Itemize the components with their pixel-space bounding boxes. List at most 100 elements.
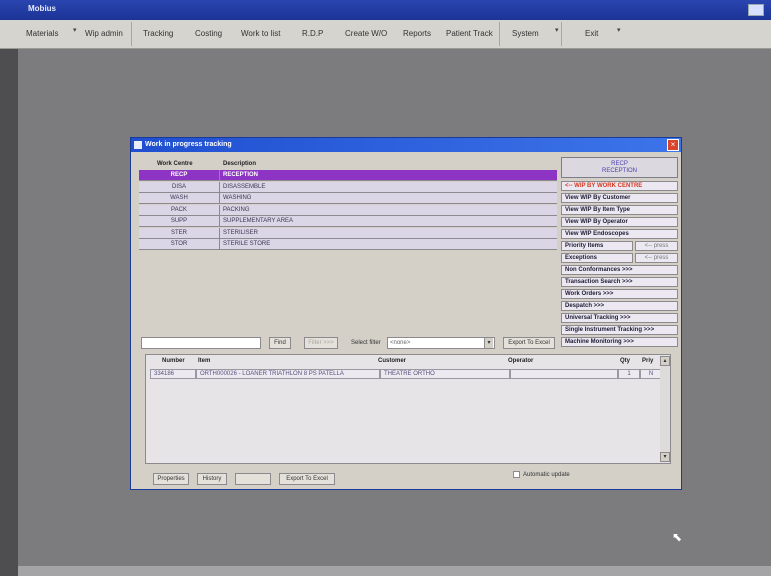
menu-separator	[131, 22, 132, 46]
properties-button[interactable]: Properties	[153, 473, 189, 485]
current-work-centre-name: RECEPTION	[601, 168, 637, 174]
work-centre-description: RECEPTION	[223, 172, 259, 178]
work-centre-code: DISA	[139, 181, 220, 192]
vertical-scrollbar[interactable]: ▴ ▾	[660, 356, 670, 462]
find-button[interactable]: Find	[269, 337, 291, 349]
find-input[interactable]	[141, 337, 261, 349]
work-centre-code: STOR	[139, 239, 220, 249]
app-title: Mobius	[28, 4, 56, 13]
work-centre-list: Work Centre Description RECP RECEPTION DIS…	[139, 160, 557, 335]
work-centre-row[interactable]: STOR STERILE STORE	[139, 239, 557, 250]
work-orders-button[interactable]: Work Orders >>>	[561, 289, 678, 299]
wip-items-grid: Number Item Customer Operator Qty Priy 3…	[145, 354, 671, 464]
window-app-icon	[134, 141, 142, 149]
wip-by-work-centre-button[interactable]: <-- WIP BY WORK CENTRE	[561, 181, 678, 191]
menu-rdp[interactable]: R.D.P	[302, 29, 323, 38]
current-work-centre-code: RECP	[611, 161, 628, 167]
column-header-priority: Priy	[642, 358, 654, 364]
table-row[interactable]: 334186 ORTH000026 - LOANER TRIATHLON 8 P…	[150, 369, 662, 379]
wip-tracking-window: Work in progress tracking × Work Centre …	[130, 137, 682, 490]
work-centre-description: SUPPLEMENTARY AREA	[223, 218, 294, 224]
menu-work-to-list[interactable]: Work to list	[241, 29, 280, 38]
menu-materials[interactable]: Materials	[26, 29, 58, 38]
column-header-qty: Qty	[620, 358, 631, 364]
current-work-centre: RECP RECEPTION	[561, 157, 678, 178]
select-filter-value: <none>	[390, 340, 411, 346]
menu-tracking[interactable]: Tracking	[143, 29, 173, 38]
transaction-search-button[interactable]: Transaction Search >>>	[561, 277, 678, 287]
menu-exit[interactable]: Exit	[585, 29, 598, 38]
app-title-bar: Mobius	[0, 0, 771, 20]
select-filter-label: Select filter	[351, 340, 381, 346]
work-centre-description: STERILE STORE	[223, 241, 271, 247]
menu-separator	[499, 22, 500, 46]
menu-patient-track[interactable]: Patient Track	[446, 29, 493, 38]
priority-items-button[interactable]: Priority Items	[561, 241, 633, 251]
cell-customer: THEATRE ORTHO	[380, 369, 510, 379]
cell-qty: 1	[618, 369, 640, 379]
dropdown-arrow-icon: ▾	[617, 27, 621, 34]
work-centre-row[interactable]: WASH WASHING	[139, 193, 557, 204]
filter-button[interactable]: Filter >>>	[304, 337, 338, 349]
window-title-bar[interactable]: Work in progress tracking ×	[131, 138, 681, 152]
menu-system[interactable]: System	[512, 29, 539, 38]
work-centre-row[interactable]: SUPP SUPPLEMENTARY AREA	[139, 216, 557, 227]
disabled-button[interactable]	[235, 473, 271, 485]
cell-number: 334186	[150, 369, 196, 379]
automatic-update-checkbox[interactable]	[513, 471, 520, 478]
export-to-excel-button[interactable]: Export To Excel	[503, 337, 555, 349]
column-header-customer: Customer	[378, 358, 407, 364]
work-centre-code: PACK	[139, 204, 220, 215]
work-centre-code: STER	[139, 227, 220, 238]
menu-wip-admin[interactable]: Wip admin	[85, 29, 123, 38]
menu-bar: Materials ▾ Wip admin Tracking Costing W…	[0, 20, 771, 49]
work-centre-code: WASH	[139, 193, 220, 203]
menu-costing[interactable]: Costing	[195, 29, 222, 38]
window-title: Work in progress tracking	[145, 141, 232, 148]
work-centre-code: SUPP	[139, 216, 220, 226]
column-header-operator: Operator	[508, 358, 534, 364]
exceptions-press-hint: <-- press	[635, 253, 678, 263]
view-wip-by-customer-button[interactable]: View WIP By Customer	[561, 193, 678, 203]
view-wip-by-item-type-button[interactable]: View WIP By Item Type	[561, 205, 678, 215]
work-centre-description: STERILISER	[223, 229, 259, 236]
filter-toolbar: Find Filter >>> Select filter <none> ▾ E…	[141, 336, 561, 350]
history-button[interactable]: History	[197, 473, 227, 485]
work-centre-row[interactable]: STER STERILISER	[139, 227, 557, 239]
column-header-item: Item	[198, 358, 211, 364]
single-instrument-tracking-button[interactable]: Single Instrument Tracking >>>	[561, 325, 678, 335]
taskbar-restore-icon[interactable]	[748, 4, 764, 16]
work-centre-code: RECP	[139, 170, 220, 180]
work-centre-description: DISASSEMBLE	[223, 183, 266, 190]
desktop: Mobius Materials ▾ Wip admin Tracking Co…	[0, 0, 771, 576]
machine-monitoring-button[interactable]: Machine Monitoring >>>	[561, 337, 678, 347]
work-centre-description: WASHING	[223, 195, 252, 201]
cell-priority: N	[640, 369, 662, 379]
universal-tracking-button[interactable]: Universal Tracking >>>	[561, 313, 678, 323]
column-header-number: Number	[162, 358, 185, 364]
dropdown-arrow-icon: ▾	[555, 27, 559, 34]
work-centre-row[interactable]: RECP RECEPTION	[139, 170, 557, 181]
work-centre-row[interactable]: DISA DISASSEMBLE	[139, 181, 557, 193]
bottom-frame	[18, 566, 771, 576]
cell-operator	[510, 369, 618, 379]
select-filter-dropdown[interactable]: <none> ▾	[387, 337, 495, 349]
scroll-down-arrow-icon[interactable]: ▾	[660, 452, 670, 462]
menu-create-wo[interactable]: Create W/O	[345, 29, 387, 38]
column-header-work-centre: Work Centre	[157, 161, 193, 167]
view-wip-endoscopes-button[interactable]: View WIP Endoscopes	[561, 229, 678, 239]
exceptions-button[interactable]: Exceptions	[561, 253, 633, 263]
work-centre-description: PACKING	[223, 206, 250, 213]
column-header-description: Description	[223, 161, 257, 167]
automatic-update-label: Automatic update	[523, 472, 570, 478]
non-conformances-button[interactable]: Non Conformances >>>	[561, 265, 678, 275]
scroll-up-arrow-icon[interactable]: ▴	[660, 356, 670, 366]
export-to-excel-button[interactable]: Export To Excel	[279, 473, 335, 485]
view-wip-by-operator-button[interactable]: View WIP By Operator	[561, 217, 678, 227]
menu-reports[interactable]: Reports	[403, 29, 431, 38]
close-icon[interactable]: ×	[667, 139, 679, 151]
work-centre-row[interactable]: PACK PACKING	[139, 204, 557, 216]
menu-separator	[561, 22, 562, 46]
despatch-button[interactable]: Despatch >>>	[561, 301, 678, 311]
cell-item: ORTH000026 - LOANER TRIATHLON 8 PS PATEL…	[196, 369, 380, 379]
